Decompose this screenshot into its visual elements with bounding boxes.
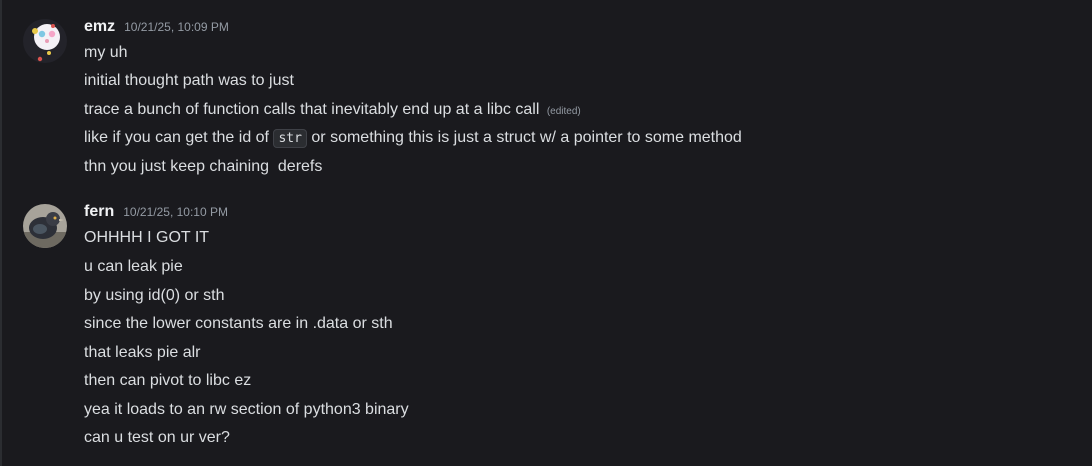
message-line: my uh	[84, 44, 128, 61]
username[interactable]: emz	[84, 18, 115, 36]
message-line: initial thought path was to just	[84, 72, 294, 89]
inline-code: str	[273, 129, 307, 148]
message-line: by using id(0) or sth	[84, 287, 225, 304]
message-text: or something this is just a struct w/ a …	[311, 129, 742, 146]
message-header: fern 10/21/25, 10:10 PM	[84, 203, 228, 225]
message-header: emz 10/21/25, 10:09 PM	[84, 18, 229, 40]
message-line: can u test on ur ver?	[84, 429, 230, 446]
chat-message-list: emz 10/21/25, 10:09 PM my uh initial tho…	[0, 0, 1092, 466]
user-avatar[interactable]	[23, 19, 67, 63]
message-text: like if you can get the id of	[84, 129, 269, 146]
message-line: that leaks pie alr	[84, 344, 201, 361]
user-avatar[interactable]	[23, 204, 67, 248]
message-line: like if you can get the id of str or som…	[84, 127, 742, 150]
timestamp[interactable]: 10/21/25, 10:10 PM	[123, 205, 228, 219]
cat-avatar-icon	[23, 19, 67, 63]
message-line: yea it loads to an rw section of python3…	[84, 401, 409, 418]
message-line: since the lower constants are in .data o…	[84, 315, 393, 332]
timestamp[interactable]: 10/21/25, 10:09 PM	[124, 20, 229, 34]
message-line: thn you just keep chaining derefs	[84, 158, 323, 175]
username[interactable]: fern	[84, 203, 114, 221]
message-line: OHHHH I GOT IT	[84, 229, 210, 246]
message-text: trace a bunch of function calls that ine…	[84, 101, 540, 118]
bird-avatar-icon	[23, 204, 67, 248]
message-line: u can leak pie	[84, 258, 183, 275]
message-line: then can pivot to libc ez	[84, 372, 252, 389]
message-line: trace a bunch of function calls that ine…	[84, 99, 581, 123]
edited-label: (edited)	[546, 106, 581, 117]
